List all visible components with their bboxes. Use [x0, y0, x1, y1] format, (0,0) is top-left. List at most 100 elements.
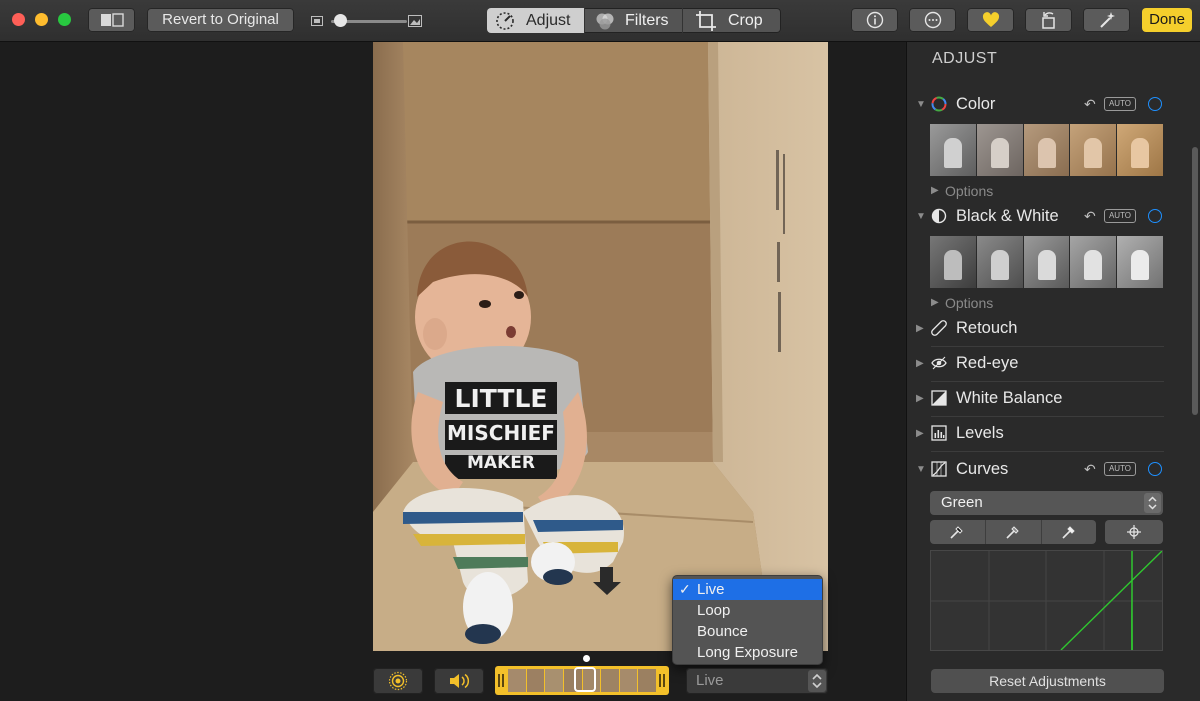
enable-toggle[interactable] [1148, 97, 1162, 111]
live-effect-select[interactable]: Live [686, 668, 828, 694]
color-preset-thumb[interactable] [1023, 124, 1070, 176]
add-point-button[interactable] [1105, 520, 1163, 544]
key-photo-filmstrip[interactable] [495, 666, 669, 695]
black-white-presets [930, 236, 1163, 288]
reset-adjustments-button[interactable]: Reset Adjustments [931, 669, 1164, 693]
rotate-button[interactable] [1025, 8, 1072, 32]
bw-preset-thumb[interactable] [930, 236, 976, 288]
disclosure-closed-icon[interactable]: ▶ [931, 185, 939, 196]
histogram-icon [931, 425, 947, 441]
section-color[interactable]: ▼ Color ↶ AUTO [907, 87, 1200, 121]
filmstrip-right-handle[interactable] [659, 674, 665, 687]
magic-wand-icon [1099, 12, 1115, 28]
minimize-window-button[interactable] [35, 13, 48, 26]
filmstrip-left-handle[interactable] [498, 674, 504, 687]
curves-graph-plot [931, 551, 1162, 650]
curves-channel-select[interactable]: Green [930, 491, 1163, 515]
more-options-button[interactable] [909, 8, 956, 32]
color-preset-thumb[interactable] [1117, 124, 1163, 176]
section-white-balance[interactable]: ▶ White Balance [907, 381, 1200, 415]
tab-adjust[interactable]: Adjust [487, 8, 584, 33]
bw-preset-thumb[interactable] [1117, 236, 1163, 288]
tab-crop[interactable]: Crop [683, 8, 781, 33]
disclosure-closed-icon[interactable]: ▶ [916, 428, 924, 439]
enhance-button[interactable] [1083, 8, 1130, 32]
section-levels[interactable]: ▶ Levels [907, 416, 1200, 450]
curves-graph[interactable] [930, 550, 1163, 651]
curves-icon [931, 461, 947, 477]
split-view-icon [100, 13, 124, 27]
tab-filters[interactable]: Filters [585, 8, 682, 33]
zoom-window-button[interactable] [58, 13, 71, 26]
live-menu-item-loop[interactable]: Loop [673, 600, 822, 621]
disclosure-open-icon[interactable]: ▼ [916, 464, 926, 475]
favorite-button[interactable] [967, 8, 1014, 32]
section-color-label: Color [956, 95, 996, 113]
photo-preview[interactable]: LITTLE MISCHIEF MAKER [373, 42, 828, 651]
disclosure-closed-icon[interactable]: ▶ [916, 323, 924, 334]
info-icon [866, 11, 883, 29]
shirt-text-line-2: MISCHIEF [447, 421, 555, 445]
crop-icon [696, 11, 716, 31]
shirt-text-line-3: MAKER [467, 453, 535, 473]
live-menu-item-live-label: Live [697, 581, 725, 598]
enable-toggle[interactable] [1148, 462, 1162, 476]
live-menu-item-bounce[interactable]: Bounce [673, 621, 822, 642]
photo-image [373, 42, 828, 651]
undo-icon[interactable]: ↶ [1084, 461, 1096, 478]
zoom-slider-knob[interactable] [333, 14, 347, 27]
color-preset-thumb[interactable] [976, 124, 1023, 176]
rotate-icon [1041, 12, 1055, 29]
auto-button[interactable]: AUTO [1104, 462, 1136, 476]
auto-button[interactable]: AUTO [1104, 97, 1136, 111]
bw-preset-thumb[interactable] [976, 236, 1023, 288]
live-effect-select-value: Live [696, 672, 724, 689]
disclosure-closed-icon[interactable]: ▶ [931, 297, 939, 308]
disclosure-closed-icon[interactable]: ▶ [916, 358, 924, 369]
section-black-white[interactable]: ▼ Black & White ↶ AUTO [907, 199, 1200, 233]
section-red-eye[interactable]: ▶ Red-eye [907, 346, 1200, 380]
live-menu-item-live[interactable]: ✓ Live [673, 579, 822, 600]
live-menu-item-bounce-label: Bounce [697, 623, 748, 640]
sound-toggle-button[interactable] [434, 668, 484, 694]
enable-toggle[interactable] [1148, 209, 1162, 223]
disclosure-open-icon[interactable]: ▼ [916, 99, 926, 110]
black-white-options-row[interactable]: ▶ Options [907, 294, 1200, 312]
color-preset-thumb[interactable] [1070, 124, 1117, 176]
section-retouch[interactable]: ▶ Retouch [907, 311, 1200, 345]
bw-preset-thumb[interactable] [1023, 236, 1070, 288]
bandage-icon [931, 320, 947, 336]
half-circle-icon [931, 208, 947, 224]
color-wheel-icon [931, 96, 947, 112]
disclosure-open-icon[interactable]: ▼ [916, 211, 926, 222]
eyedropper-group [930, 520, 1096, 544]
gray-point-eyedropper[interactable] [986, 520, 1042, 544]
zoom-slider[interactable] [311, 11, 423, 31]
compare-view-button[interactable] [88, 8, 135, 32]
color-preset-thumb[interactable] [930, 124, 976, 176]
key-photo-frame-selector[interactable] [574, 667, 596, 692]
white-point-eyedropper[interactable] [1042, 520, 1096, 544]
section-curves[interactable]: ▼ Curves ↶ AUTO [907, 452, 1200, 486]
tab-filters-label: Filters [625, 12, 669, 29]
info-button[interactable] [851, 8, 898, 32]
edit-mode-tabs: Adjust Filters Crop [487, 8, 781, 33]
live-photo-toggle-button[interactable] [373, 668, 423, 694]
undo-icon[interactable]: ↶ [1084, 208, 1096, 225]
black-white-options-label: Options [945, 295, 994, 311]
shirt-text: LITTLE MISCHIEF MAKER [445, 382, 557, 476]
section-retouch-label: Retouch [956, 319, 1018, 337]
live-menu-item-long-exposure[interactable]: Long Exposure [673, 642, 822, 663]
black-point-eyedropper[interactable] [930, 520, 986, 544]
color-options-row[interactable]: ▶ Options [907, 182, 1200, 200]
done-button[interactable]: Done [1142, 8, 1192, 32]
undo-icon[interactable]: ↶ [1084, 96, 1096, 113]
section-curves-label: Curves [956, 460, 1009, 478]
close-window-button[interactable] [12, 13, 25, 26]
auto-button[interactable]: AUTO [1104, 209, 1136, 223]
revert-to-original-button[interactable]: Revert to Original [147, 8, 294, 32]
bw-preset-thumb[interactable] [1070, 236, 1117, 288]
disclosure-closed-icon[interactable]: ▶ [916, 393, 924, 404]
heart-icon [982, 12, 999, 27]
panel-scrollbar[interactable] [1192, 147, 1198, 415]
